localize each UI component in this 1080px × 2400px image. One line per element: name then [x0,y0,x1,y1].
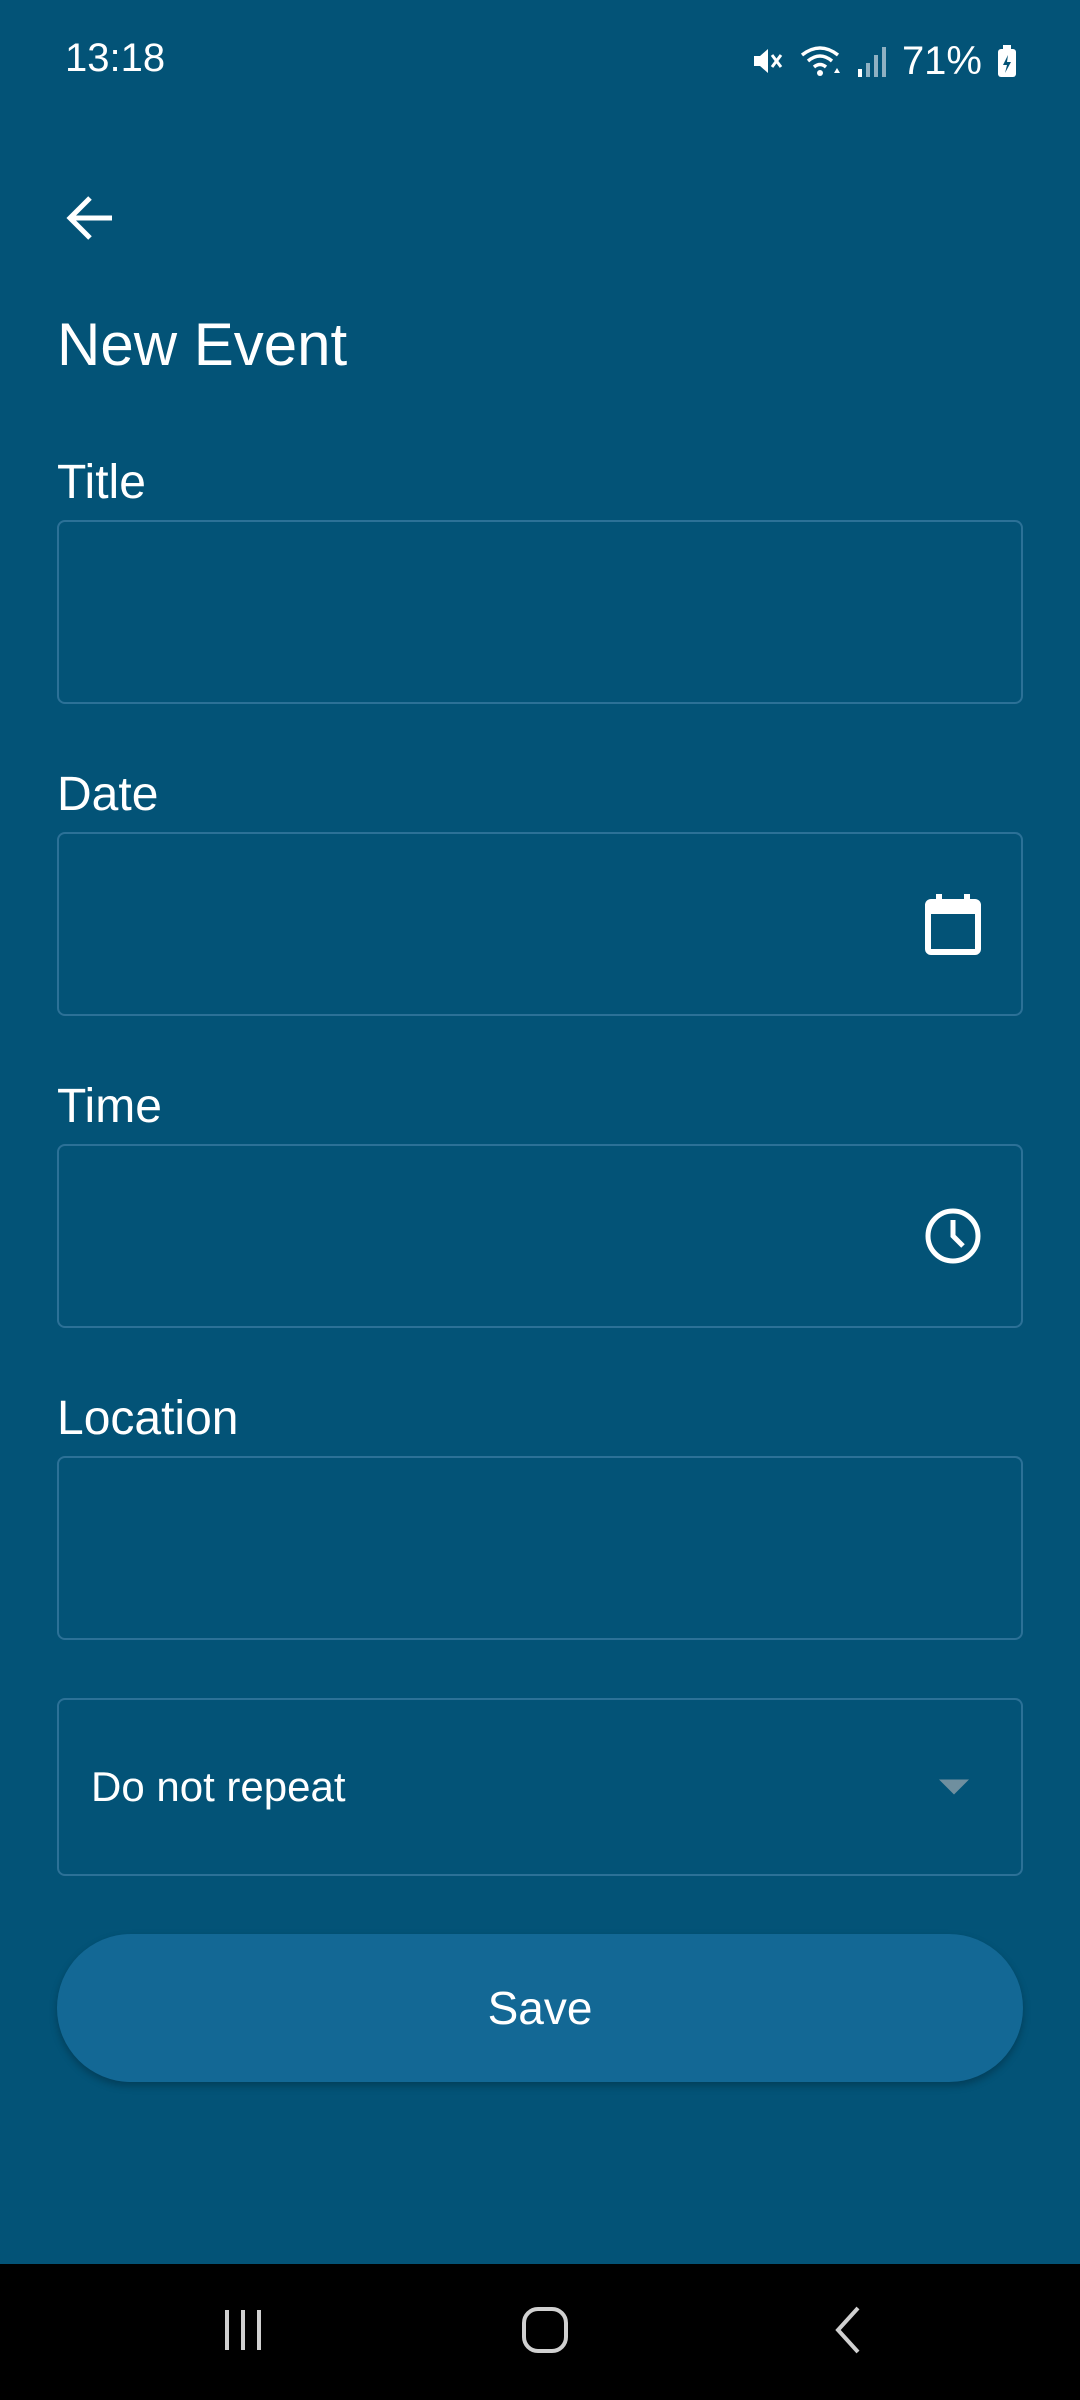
title-input[interactable] [59,522,1021,702]
nav-bar [0,2264,1080,2400]
repeat-selected-value: Do not repeat [91,1763,346,1810]
title-label: Title [57,456,146,509]
date-label: Date [57,768,159,821]
recents-button[interactable] [163,2264,323,2400]
date-input[interactable] [59,834,1021,1014]
time-input[interactable] [59,1146,1021,1326]
battery-icon [996,43,1018,79]
location-label: Location [57,1392,239,1445]
status-icons: 71% [748,36,1018,86]
system-back-button[interactable] [768,2264,928,2400]
screen: 13:18 71% New Event Title Date Time Loca… [0,0,1080,2400]
recents-icon [219,2306,267,2359]
battery-percent: 71% [901,38,982,83]
chevron-down-icon [939,1779,969,1795]
clock-icon[interactable] [921,1204,985,1268]
title-field[interactable] [57,520,1023,704]
status-time: 13:18 [65,36,166,80]
save-button[interactable]: Save [57,1934,1023,2082]
calendar-icon[interactable] [921,892,985,956]
status-bar: 13:18 71% [0,0,1080,120]
home-icon [520,2305,570,2360]
time-label: Time [57,1080,162,1133]
date-field[interactable] [57,832,1023,1016]
signal-icon [856,43,888,79]
repeat-dropdown[interactable]: Do not repeat [57,1698,1023,1876]
location-input[interactable] [59,1458,1021,1638]
time-field[interactable] [57,1144,1023,1328]
back-button[interactable] [50,180,130,260]
page-title: New Event [57,311,348,378]
mute-icon [748,43,784,79]
save-button-label: Save [487,1982,593,2034]
wifi-icon [798,43,842,79]
home-button[interactable] [465,2264,625,2400]
back-icon [828,2304,868,2361]
location-field[interactable] [57,1456,1023,1640]
arrow-left-icon [62,190,118,251]
